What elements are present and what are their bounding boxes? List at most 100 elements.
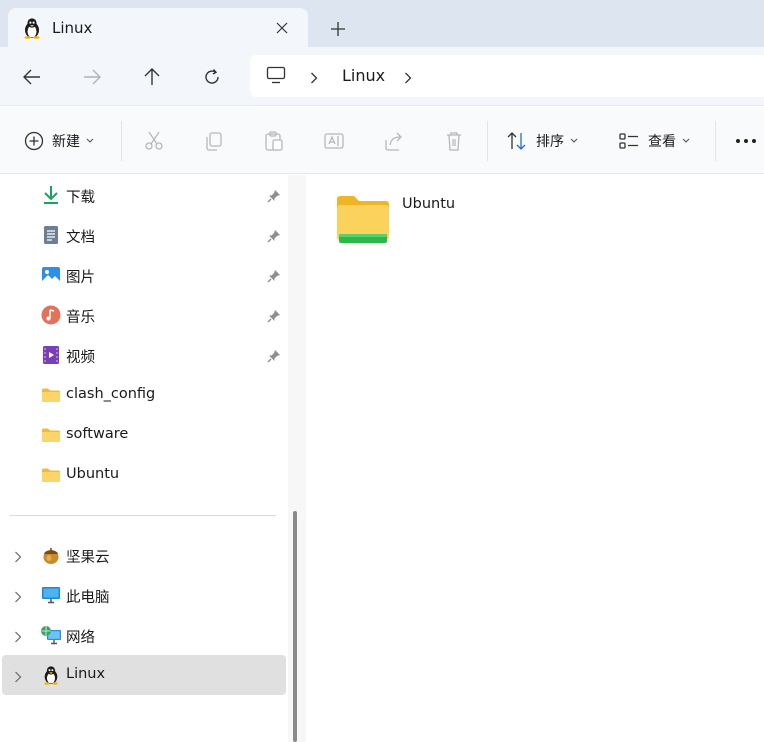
sidebar-item-label: 图片 <box>66 270 95 286</box>
pin-icon[interactable] <box>267 188 281 207</box>
delete-button[interactable] <box>443 127 465 155</box>
nutstore-icon <box>40 545 62 565</box>
divider <box>121 121 122 161</box>
paste-icon <box>265 131 283 151</box>
copy-icon <box>206 132 222 151</box>
command-bar: 新建 排序 查看 <box>0 107 764 174</box>
arrow-left-icon <box>23 69 40 85</box>
sort-label: 排序 <box>536 134 564 150</box>
sidebar-item-documents[interactable]: 文档 <box>0 215 286 255</box>
share-button[interactable] <box>383 127 405 155</box>
sidebar-item-linux[interactable]: Linux <box>2 655 286 695</box>
sidebar-item-network[interactable]: 网络 <box>0 615 286 655</box>
chevron-right-icon[interactable] <box>310 69 318 88</box>
chevron-right-icon[interactable] <box>404 69 412 88</box>
sidebar-item-videos[interactable]: 视频 <box>0 335 286 375</box>
forward-button[interactable] <box>78 63 106 91</box>
pin-icon[interactable] <box>267 228 281 247</box>
close-tab-icon[interactable] <box>270 16 294 40</box>
sidebar-item-label: 视频 <box>66 350 95 366</box>
pictures-icon <box>40 265 62 285</box>
video-icon <box>40 345 62 365</box>
chevron-down-icon <box>86 138 94 143</box>
new-label: 新建 <box>52 134 80 150</box>
chevron-right-icon[interactable] <box>14 588 22 607</box>
scrollbar-track[interactable] <box>288 175 306 742</box>
title-bar: Linux <box>0 0 764 48</box>
folder-icon <box>40 385 62 405</box>
chevron-right-icon[interactable] <box>14 628 22 647</box>
folder-icon <box>40 465 62 485</box>
file-list: Ubuntu <box>306 175 764 742</box>
rename-button[interactable] <box>323 127 345 155</box>
download-icon <box>40 185 62 205</box>
breadcrumb-linux[interactable]: Linux <box>342 66 385 85</box>
chevron-down-icon <box>570 138 578 143</box>
new-button[interactable]: 新建 <box>24 127 94 155</box>
file-name: Ubuntu <box>402 196 456 212</box>
chevron-right-icon[interactable] <box>14 548 22 567</box>
plus-circle-icon <box>24 131 44 151</box>
sidebar-item-label: Linux <box>66 666 106 682</box>
share-icon <box>385 132 402 151</box>
sidebar-item-label: clash_config <box>66 386 156 402</box>
document-icon <box>40 225 62 245</box>
tux-icon <box>40 665 62 685</box>
pin-icon[interactable] <box>267 348 281 367</box>
sidebar-item-label: software <box>66 426 129 442</box>
navigation-bar: Linux <box>0 47 764 106</box>
view-button[interactable]: 查看 <box>618 127 690 155</box>
scrollbar-thumb[interactable] <box>293 511 297 742</box>
refresh-icon <box>205 69 219 84</box>
navigation-pane: 下载 文档 图片 音乐 视频 clash_config software Ubu… <box>0 175 306 742</box>
divider <box>487 121 488 161</box>
more-icon <box>736 139 756 143</box>
tab-linux[interactable]: Linux <box>8 8 308 48</box>
pin-icon[interactable] <box>267 308 281 327</box>
music-icon <box>40 305 62 325</box>
sort-button[interactable]: 排序 <box>506 127 578 155</box>
sidebar-divider <box>10 515 276 516</box>
network-icon <box>40 625 62 645</box>
sidebar-item-music[interactable]: 音乐 <box>0 295 286 335</box>
sidebar-item-ubuntu[interactable]: Ubuntu <box>0 455 286 495</box>
sidebar-item-downloads[interactable]: 下载 <box>0 175 286 215</box>
new-tab-button[interactable] <box>324 15 352 43</box>
back-button[interactable] <box>18 63 46 91</box>
tux-icon <box>22 17 42 39</box>
sidebar-item-label: 音乐 <box>66 310 95 326</box>
copy-button[interactable] <box>203 127 225 155</box>
linux-folder-icon <box>334 193 392 247</box>
rename-icon <box>324 133 344 149</box>
chevron-right-icon[interactable] <box>14 668 22 687</box>
sort-icon <box>507 132 526 150</box>
sidebar-item-clash-config[interactable]: clash_config <box>0 375 286 415</box>
sidebar-item-software[interactable]: software <box>0 415 286 455</box>
sidebar-item-label: 此电脑 <box>66 590 110 606</box>
tab-title: Linux <box>52 19 93 37</box>
sidebar-item-label: Ubuntu <box>66 466 120 482</box>
view-label: 查看 <box>648 134 676 150</box>
folder-icon <box>40 425 62 445</box>
sidebar-item-pictures[interactable]: 图片 <box>0 255 286 295</box>
sidebar-item-this-pc[interactable]: 此电脑 <box>0 575 286 615</box>
computer-icon <box>40 585 62 605</box>
address-bar[interactable]: Linux <box>250 55 764 97</box>
computer-icon[interactable] <box>266 66 286 88</box>
view-icon <box>619 133 638 149</box>
refresh-button[interactable] <box>198 63 226 91</box>
pin-icon[interactable] <box>267 268 281 287</box>
cut-button[interactable] <box>143 127 165 155</box>
sidebar-item-nutstore[interactable]: 坚果云 <box>0 535 286 575</box>
trash-icon <box>447 132 461 151</box>
sidebar-item-label: 文档 <box>66 230 95 246</box>
arrow-up-icon <box>144 68 160 85</box>
paste-button[interactable] <box>263 127 285 155</box>
divider <box>715 121 716 161</box>
more-button[interactable] <box>735 127 757 155</box>
file-item-ubuntu[interactable]: Ubuntu <box>334 189 484 249</box>
arrow-right-icon <box>84 69 101 85</box>
cut-icon <box>145 131 163 150</box>
sidebar-item-label: 下载 <box>66 190 95 206</box>
up-button[interactable] <box>138 63 166 91</box>
